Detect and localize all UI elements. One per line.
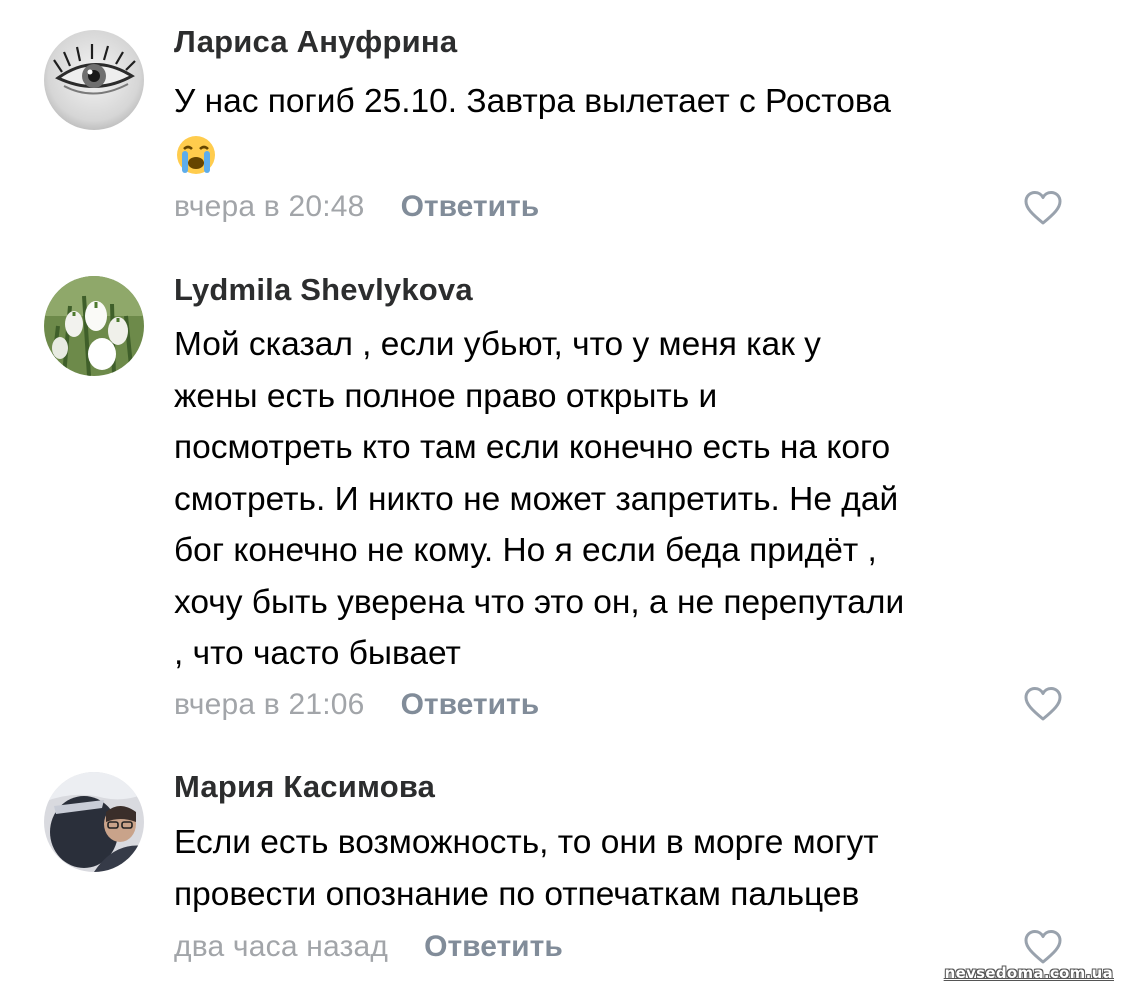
- comment-timestamp: вчера в 21:06: [174, 688, 365, 721]
- comment-text-line: Мой сказал , если убьют, что у меня как …: [174, 326, 821, 363]
- comment-text-line: провести опознание по отпечаткам пальцев: [174, 875, 860, 913]
- like-heart-icon[interactable]: [1022, 928, 1064, 966]
- comment-timestamp: два часа назад: [174, 930, 389, 963]
- comment-text-line: посмотреть кто там если конечно есть на …: [174, 429, 891, 466]
- comment-meta: вчера в 21:06 Ответить: [174, 685, 539, 725]
- reply-button[interactable]: Ответить: [401, 688, 540, 722]
- comment-text-line: смотреть. И никто не может запретить. Не…: [174, 480, 899, 518]
- avatar-comment-2[interactable]: [44, 276, 144, 376]
- avatar-comment-1[interactable]: [44, 30, 144, 130]
- comment-text-line: , что часто бывает: [174, 635, 461, 672]
- comment-text-line: хочу быть уверена что это он, а не переп…: [174, 583, 905, 621]
- like-heart-icon[interactable]: [1022, 685, 1064, 723]
- comment-text-line: У нас погиб 25.10. Завтра вылетает с Рос…: [174, 83, 891, 120]
- comment-timestamp: вчера в 20:48: [174, 190, 365, 223]
- comment-text: Если есть возможность, то они в морге мо…: [174, 817, 1074, 920]
- eye-avatar-image: [44, 30, 144, 130]
- reply-button[interactable]: Ответить: [401, 190, 540, 224]
- like-heart-icon[interactable]: [1022, 189, 1064, 227]
- comment-text: Мой сказал , если убьют, что у меня как …: [174, 319, 1074, 680]
- comment-emoji-line: [174, 128, 1074, 180]
- avatar-comment-3[interactable]: [44, 772, 144, 872]
- comment-meta: два часа назад Ответить: [174, 927, 563, 967]
- comment-meta: вчера в 20:48 Ответить: [174, 187, 539, 227]
- comment-author[interactable]: Лариса Ануфрина: [174, 24, 457, 60]
- comment-author[interactable]: Мария Касимова: [174, 769, 435, 805]
- comment-author[interactable]: Lydmila Shevlykova: [174, 272, 473, 308]
- reply-button[interactable]: Ответить: [424, 930, 563, 964]
- comment-text-line: Если есть возможность, то они в морге мо…: [174, 824, 879, 861]
- watermark: nevsedoma.com.ua: [944, 964, 1113, 982]
- comment-text-line: бог конечно не кому. Но я если беда прид…: [174, 532, 877, 569]
- person-photo-avatar-image: [44, 772, 144, 872]
- snowdrop-flowers-avatar-image: [44, 276, 144, 376]
- comment-text: У нас погиб 25.10. Завтра вылетает с Рос…: [174, 76, 1074, 179]
- loudly-crying-face-emoji: [174, 133, 218, 177]
- comment-text-line: жены есть полное право открыть и: [174, 377, 718, 415]
